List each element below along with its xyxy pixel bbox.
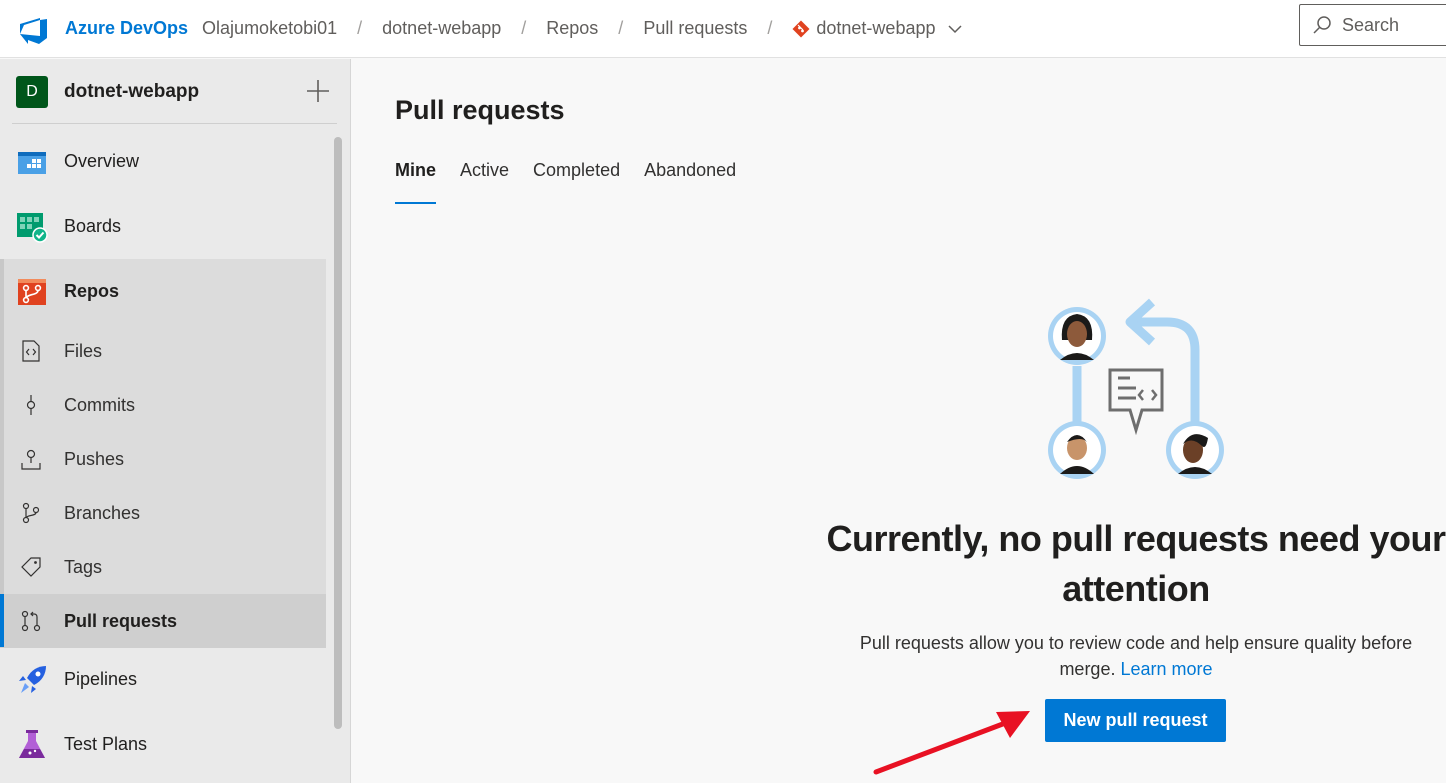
- empty-state-illustration: [1048, 298, 1224, 479]
- empty-state-title: Currently, no pull requests need your at…: [826, 518, 1446, 609]
- nav-label: Pushes: [64, 448, 125, 469]
- search-input[interactable]: [1342, 14, 1442, 36]
- nav-label: Pipelines: [64, 669, 138, 689]
- boards-icon: [17, 212, 48, 243]
- new-pull-request-button[interactable]: New pull request: [1045, 699, 1226, 742]
- nav-item-pipelines[interactable]: Pipelines: [0, 647, 326, 712]
- nav-item-tags[interactable]: Tags: [0, 540, 326, 594]
- project-avatar: D: [16, 75, 48, 108]
- brand-link[interactable]: Azure DevOps: [65, 18, 188, 39]
- nav-label: Branches: [64, 502, 141, 523]
- repo-selector[interactable]: dotnet-webapp: [816, 18, 935, 39]
- branches-icon: [22, 502, 40, 524]
- nav-label: Commits: [64, 394, 135, 415]
- repos-icon: [18, 278, 46, 305]
- sidebar-scrollbar[interactable]: [334, 137, 342, 729]
- nav-label: Test Plans: [64, 734, 148, 754]
- breadcrumb-separator: /: [521, 18, 527, 38]
- nav-item-test-plans[interactable]: Test Plans: [0, 712, 326, 777]
- overview-icon: [18, 151, 46, 174]
- chevron-down-icon[interactable]: [947, 21, 963, 37]
- files-icon: [22, 340, 40, 362]
- nav-label: Pull requests: [64, 610, 178, 631]
- add-icon[interactable]: [304, 77, 332, 105]
- nav-item-branches[interactable]: Branches: [0, 486, 326, 540]
- breadcrumb-organization[interactable]: Olajumoketobi01: [202, 18, 337, 39]
- learn-more-link[interactable]: Learn more: [1120, 659, 1212, 679]
- git-repo-icon: [792, 20, 810, 37]
- empty-state-description: Pull requests allow you to review code a…: [830, 630, 1442, 682]
- nav-label: Boards: [64, 216, 122, 236]
- nav-item-repos[interactable]: Repos: [0, 259, 326, 324]
- breadcrumb-repos[interactable]: Repos: [546, 18, 598, 39]
- nav-label: Tags: [64, 556, 103, 577]
- nav-item-commits[interactable]: Commits: [0, 378, 326, 432]
- nav-item-files[interactable]: Files: [0, 324, 326, 378]
- nav-item-pushes[interactable]: Pushes: [0, 432, 326, 486]
- breadcrumb-separator: /: [357, 18, 363, 38]
- nav-item-pull-requests[interactable]: Pull requests: [0, 594, 326, 648]
- annotation-arrow-icon: [873, 711, 1030, 775]
- commits-icon: [26, 395, 36, 415]
- azure-devops-logo-icon[interactable]: [17, 13, 49, 45]
- project-name[interactable]: dotnet-webapp: [64, 81, 199, 103]
- search-icon: [1313, 16, 1331, 34]
- nav-item-overview[interactable]: Overview: [0, 129, 326, 194]
- nav-label: Overview: [64, 151, 140, 171]
- breadcrumb-pull-requests[interactable]: Pull requests: [643, 18, 747, 39]
- breadcrumb-project[interactable]: dotnet-webapp: [382, 18, 501, 39]
- selection-indicator: [0, 594, 4, 647]
- tags-icon: [21, 557, 41, 577]
- tab-completed[interactable]: Completed: [533, 160, 620, 204]
- nav-label: Files: [64, 340, 103, 361]
- pull-requests-icon: [21, 610, 41, 632]
- pipelines-icon: [19, 665, 46, 693]
- nav-label: Repos: [64, 281, 120, 301]
- test-plans-icon: [19, 729, 45, 758]
- page-title: Pull requests: [395, 95, 565, 125]
- breadcrumb-separator: /: [618, 18, 624, 38]
- search-box[interactable]: [1299, 4, 1446, 46]
- top-bar: Azure DevOps Olajumoketobi01 / dotnet-we…: [0, 0, 1446, 58]
- tab-mine[interactable]: Mine: [395, 160, 437, 204]
- tab-active[interactable]: Active: [460, 160, 509, 204]
- sidebar: D dotnet-webapp Overview Boards Repos Fi…: [0, 59, 351, 783]
- tab-bar: Mine Active Completed Abandoned: [395, 160, 760, 204]
- project-header[interactable]: D dotnet-webapp: [0, 59, 337, 124]
- pushes-icon: [21, 449, 41, 470]
- breadcrumb-separator: /: [767, 18, 773, 38]
- divider: [12, 123, 337, 124]
- nav-item-boards[interactable]: Boards: [0, 194, 326, 259]
- tab-abandoned[interactable]: Abandoned: [644, 160, 736, 204]
